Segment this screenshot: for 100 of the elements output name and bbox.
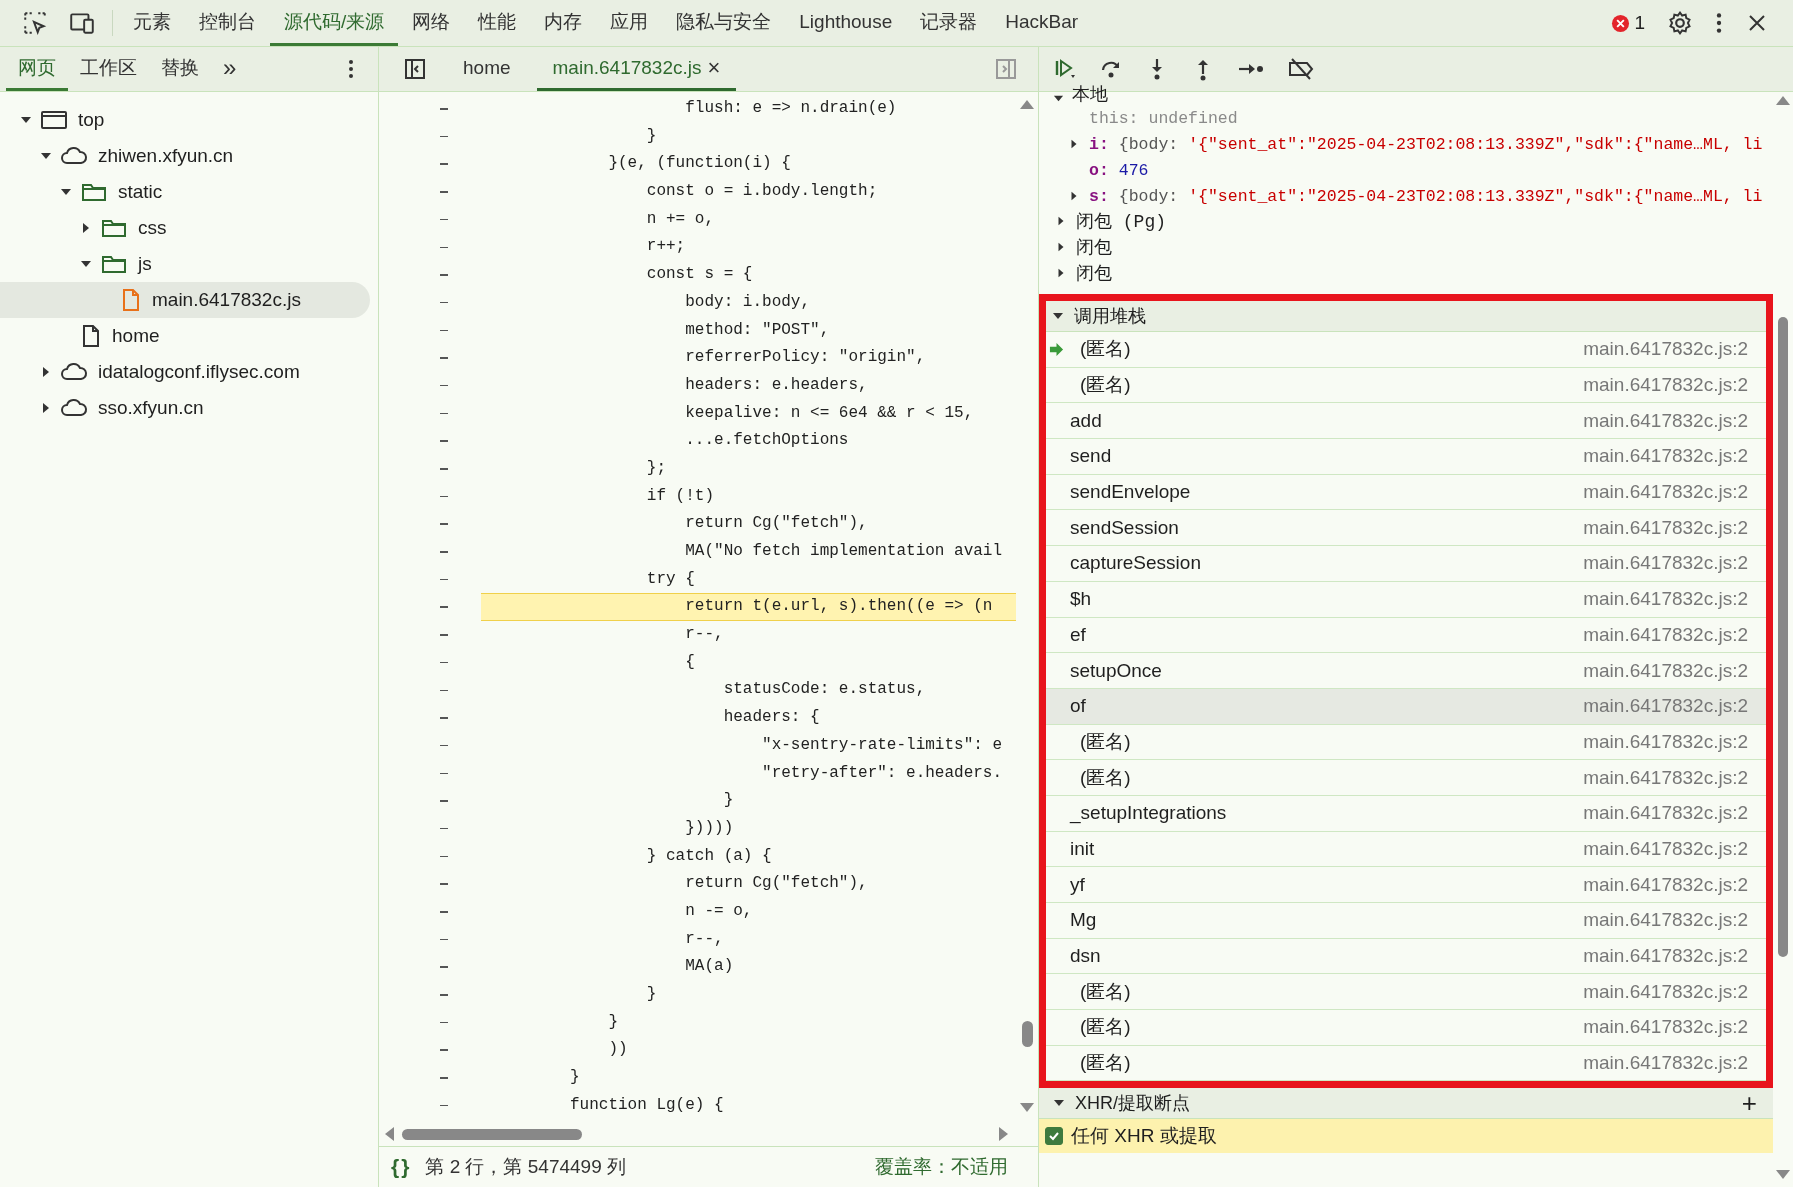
panel-tab[interactable]: 记录器 bbox=[906, 0, 992, 46]
source-location[interactable]: main.6417832c.js:2 bbox=[1583, 730, 1748, 753]
call-frame[interactable]: (匿名) main.6417832c.js:2 bbox=[1046, 1045, 1766, 1082]
file-tab[interactable]: main.6417832c.js × bbox=[536, 47, 737, 91]
call-frame[interactable]: $h main.6417832c.js:2 bbox=[1046, 581, 1766, 618]
code-line: } catch (a) { bbox=[645, 845, 773, 867]
call-frame[interactable]: yf main.6417832c.js:2 bbox=[1046, 867, 1766, 903]
source-location[interactable]: main.6417832c.js:2 bbox=[1583, 552, 1748, 575]
code-line: }(e, (function(i) { bbox=[607, 153, 792, 175]
navigator-tab[interactable]: 替换 bbox=[149, 47, 211, 91]
call-frame[interactable]: ef main.6417832c.js:2 bbox=[1046, 617, 1766, 654]
source-location[interactable]: main.6417832c.js:2 bbox=[1583, 945, 1748, 968]
variable-name: o: bbox=[1089, 160, 1109, 180]
device-icon[interactable] bbox=[68, 10, 96, 36]
add-button[interactable]: + bbox=[1741, 1090, 1757, 1117]
collapsed-arrow-icon[interactable] bbox=[1056, 242, 1066, 252]
call-frame[interactable]: of main.6417832c.js:2 bbox=[1046, 688, 1766, 725]
error-count[interactable]: 1 bbox=[1634, 12, 1645, 34]
collapsed-arrow-icon[interactable] bbox=[1069, 191, 1079, 201]
closure-scope[interactable]: 闭包 bbox=[1076, 261, 1112, 285]
navigator-tab[interactable]: 工作区 bbox=[68, 47, 149, 91]
source-location[interactable]: main.6417832c.js:2 bbox=[1583, 623, 1748, 646]
tree-item[interactable]: css bbox=[0, 210, 370, 246]
panel-tab[interactable]: 控制台 bbox=[185, 0, 270, 46]
call-frame[interactable]: init main.6417832c.js:2 bbox=[1046, 831, 1766, 868]
call-frame[interactable]: setupOnce main.6417832c.js:2 bbox=[1046, 653, 1766, 689]
call-frame[interactable]: dsn main.6417832c.js:2 bbox=[1046, 938, 1766, 975]
code-line: "x-sentry-rate-limits": e bbox=[761, 734, 1004, 756]
source-location[interactable]: main.6417832c.js:2 bbox=[1583, 909, 1748, 932]
call-frame[interactable]: sendSession main.6417832c.js:2 bbox=[1046, 510, 1766, 547]
source-location[interactable]: main.6417832c.js:2 bbox=[1583, 873, 1748, 896]
call-frame[interactable]: (匿名) main.6417832c.js:2 bbox=[1046, 332, 1766, 368]
call-frame[interactable]: add main.6417832c.js:2 bbox=[1046, 403, 1766, 440]
deactivate-breakpoints-icon[interactable] bbox=[1287, 57, 1315, 81]
source-location[interactable]: main.6417832c.js:2 bbox=[1583, 1016, 1748, 1039]
source-location[interactable]: main.6417832c.js:2 bbox=[1583, 766, 1748, 789]
sidebar-toggle-icon[interactable] bbox=[403, 57, 427, 81]
source-location[interactable]: main.6417832c.js:2 bbox=[1583, 980, 1748, 1003]
tree-item[interactable]: js bbox=[0, 246, 370, 282]
panel-tab[interactable]: 性能 bbox=[464, 0, 531, 46]
call-frame[interactable]: send main.6417832c.js:2 bbox=[1046, 439, 1766, 475]
tree-item[interactable]: idatalogconf.iflysec.com bbox=[0, 354, 370, 390]
source-location[interactable]: main.6417832c.js:2 bbox=[1583, 516, 1748, 539]
source-location[interactable]: main.6417832c.js:2 bbox=[1583, 445, 1748, 468]
tree-item[interactable]: static bbox=[0, 174, 370, 210]
source-location[interactable]: main.6417832c.js:2 bbox=[1583, 409, 1748, 432]
collapsed-arrow-icon[interactable] bbox=[1069, 139, 1079, 149]
closure-scope[interactable]: 闭包 (Pg) bbox=[1076, 209, 1166, 233]
expanded-arrow-icon[interactable] bbox=[1053, 93, 1064, 104]
source-location[interactable]: main.6417832c.js:2 bbox=[1583, 374, 1748, 397]
more-tabs-button[interactable]: » bbox=[211, 47, 249, 91]
panel-tab[interactable]: HackBar bbox=[991, 0, 1093, 46]
call-frame[interactable]: (匿名) main.6417832c.js:2 bbox=[1046, 1010, 1766, 1046]
panel-tab[interactable]: 应用 bbox=[596, 0, 663, 46]
scope-title[interactable]: 本地 bbox=[1072, 84, 1108, 104]
panel-tab[interactable]: 内存 bbox=[530, 0, 597, 46]
panel-tab[interactable]: Lighthouse bbox=[785, 0, 907, 46]
panel-tab[interactable]: 隐私与安全 bbox=[662, 0, 786, 46]
code-line: )) bbox=[607, 1039, 629, 1061]
file-tab[interactable]: home bbox=[447, 47, 527, 91]
source-location[interactable]: main.6417832c.js:2 bbox=[1583, 659, 1748, 682]
pretty-print-button[interactable]: {} bbox=[391, 1155, 412, 1179]
call-frame[interactable]: (匿名) main.6417832c.js:2 bbox=[1046, 974, 1766, 1011]
call-frame[interactable]: Mg main.6417832c.js:2 bbox=[1046, 903, 1766, 939]
section-title[interactable]: XHR/提取断点 bbox=[1075, 1091, 1190, 1116]
function-name: add bbox=[1069, 409, 1102, 432]
call-frame[interactable]: (匿名) main.6417832c.js:2 bbox=[1046, 367, 1766, 404]
closure-scope[interactable]: 闭包 bbox=[1076, 235, 1112, 259]
settings-icon[interactable] bbox=[1667, 10, 1693, 36]
source-location[interactable]: main.6417832c.js:2 bbox=[1583, 481, 1748, 504]
inspect-icon[interactable] bbox=[22, 10, 48, 36]
tree-item[interactable]: main.6417832c.js bbox=[0, 282, 370, 318]
tree-label: top bbox=[78, 109, 105, 131]
collapsed-arrow-icon[interactable] bbox=[1056, 268, 1066, 278]
call-frame[interactable]: (匿名) main.6417832c.js:2 bbox=[1046, 760, 1766, 796]
panel-tab[interactable]: 网络 bbox=[398, 0, 465, 46]
tree-item[interactable]: zhiwen.xfyun.cn bbox=[0, 138, 370, 174]
checkbox[interactable] bbox=[1045, 1127, 1063, 1146]
section-title[interactable]: 调用堆栈 bbox=[1074, 304, 1146, 328]
source-location[interactable]: main.6417832c.js:2 bbox=[1583, 588, 1748, 611]
more-icon[interactable] bbox=[346, 57, 356, 81]
call-frame[interactable]: sendEnvelope main.6417832c.js:2 bbox=[1046, 474, 1766, 511]
tree-item[interactable]: top bbox=[0, 102, 370, 138]
source-location[interactable]: main.6417832c.js:2 bbox=[1583, 802, 1748, 825]
sidebar-toggle-icon[interactable] bbox=[994, 57, 1018, 81]
coverage-status: 覆盖率：不适用 bbox=[875, 1155, 1008, 1179]
call-frame[interactable]: captureSession main.6417832c.js:2 bbox=[1046, 546, 1766, 582]
call-frame[interactable]: _setupIntegrations main.6417832c.js:2 bbox=[1046, 795, 1766, 832]
panel-tab[interactable]: 元素 bbox=[119, 0, 185, 46]
source-location[interactable]: main.6417832c.js:2 bbox=[1583, 1052, 1748, 1075]
navigator-tab[interactable]: 网页 bbox=[6, 47, 68, 91]
collapsed-arrow-icon[interactable] bbox=[1056, 216, 1066, 226]
source-location[interactable]: main.6417832c.js:2 bbox=[1583, 837, 1748, 860]
source-location[interactable]: main.6417832c.js:2 bbox=[1583, 695, 1748, 718]
call-frame[interactable]: (匿名) main.6417832c.js:2 bbox=[1046, 724, 1766, 761]
tree-item[interactable]: sso.xfyun.cn bbox=[0, 390, 370, 426]
code-line: function Lg(e) { bbox=[569, 1094, 725, 1116]
source-location[interactable]: main.6417832c.js:2 bbox=[1583, 338, 1748, 361]
tree-item[interactable]: home bbox=[0, 318, 370, 354]
code-line: headers: { bbox=[722, 707, 821, 729]
